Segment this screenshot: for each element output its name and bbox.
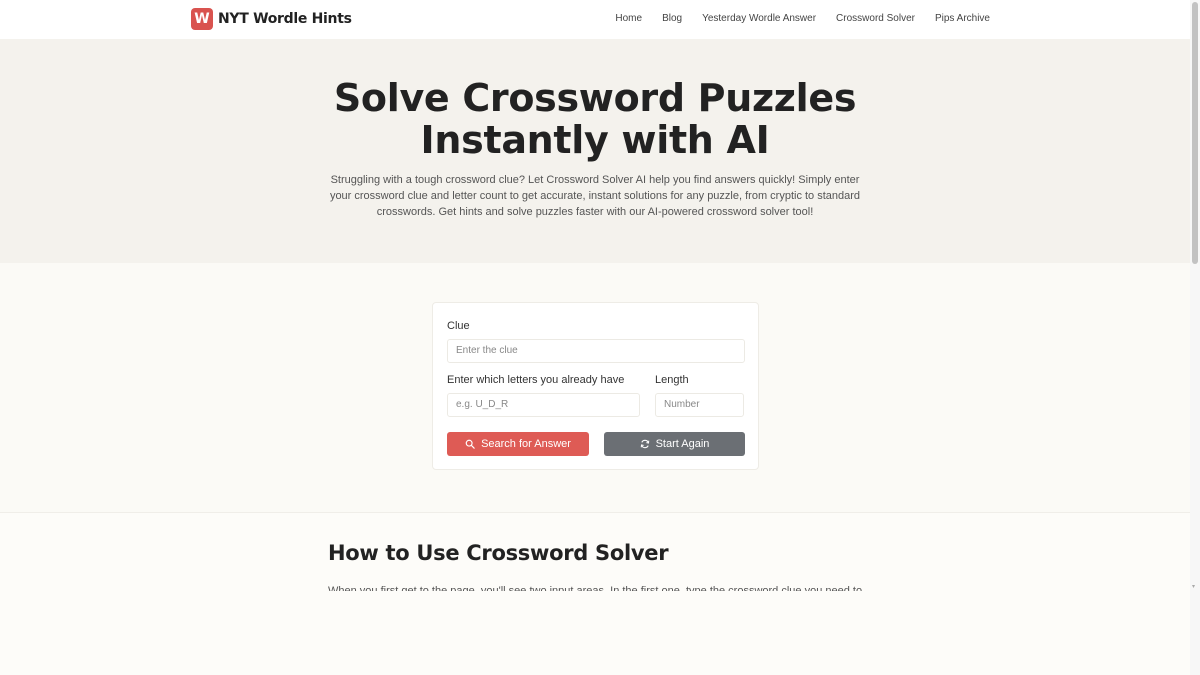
clue-input[interactable]: Enter the clue — [447, 339, 745, 363]
search-icon — [465, 439, 475, 449]
main-nav: Home Blog Yesterday Wordle Answer Crossw… — [615, 13, 990, 24]
clue-label: Clue — [447, 320, 470, 332]
site-header: W NYT Wordle Hints Home Blog Yesterday W… — [0, 0, 1190, 39]
scrollbar[interactable]: ▾ — [1190, 0, 1200, 675]
logo-text: NYT Wordle Hints — [218, 11, 352, 27]
length-label: Length — [655, 374, 689, 386]
start-again-button-label: Start Again — [655, 438, 710, 450]
scrollbar-thumb[interactable] — [1192, 2, 1198, 264]
title-line-1: Solve Crossword Puzzles — [333, 76, 857, 120]
nav-crossword-solver[interactable]: Crossword Solver — [836, 13, 915, 24]
letters-input[interactable]: e.g. U_D_R — [447, 393, 640, 417]
search-button[interactable]: Search for Answer — [447, 432, 589, 456]
hero-description: Struggling with a tough crossword clue? … — [329, 174, 861, 218]
page-title: Solve Crossword Puzzles Instantly with A… — [0, 77, 1190, 161]
length-input[interactable]: Number — [655, 393, 744, 417]
section-text: When you first get to the page, you'll s… — [328, 585, 863, 591]
nav-blog[interactable]: Blog — [662, 13, 682, 24]
nav-home[interactable]: Home — [615, 13, 642, 24]
section-title: How to Use Crossword Solver — [328, 541, 669, 565]
title-line-2: Instantly with AI — [420, 118, 770, 162]
search-button-label: Search for Answer — [481, 438, 571, 450]
nav-pips-archive[interactable]: Pips Archive — [935, 13, 990, 24]
logo-icon: W — [191, 8, 213, 30]
solver-form: Clue Enter the clue Enter which letters … — [432, 302, 759, 470]
start-again-button[interactable]: Start Again — [604, 432, 745, 456]
how-to-section: How to Use Crossword Solver When you fir… — [0, 512, 1190, 675]
logo[interactable]: W NYT Wordle Hints — [191, 8, 352, 30]
hero-section: Solve Crossword Puzzles Instantly with A… — [0, 39, 1190, 263]
letters-label: Enter which letters you already have — [447, 374, 625, 386]
refresh-icon — [640, 439, 649, 449]
scroll-down-icon[interactable]: ▾ — [1192, 583, 1195, 590]
nav-yesterday-wordle-answer[interactable]: Yesterday Wordle Answer — [702, 13, 816, 24]
